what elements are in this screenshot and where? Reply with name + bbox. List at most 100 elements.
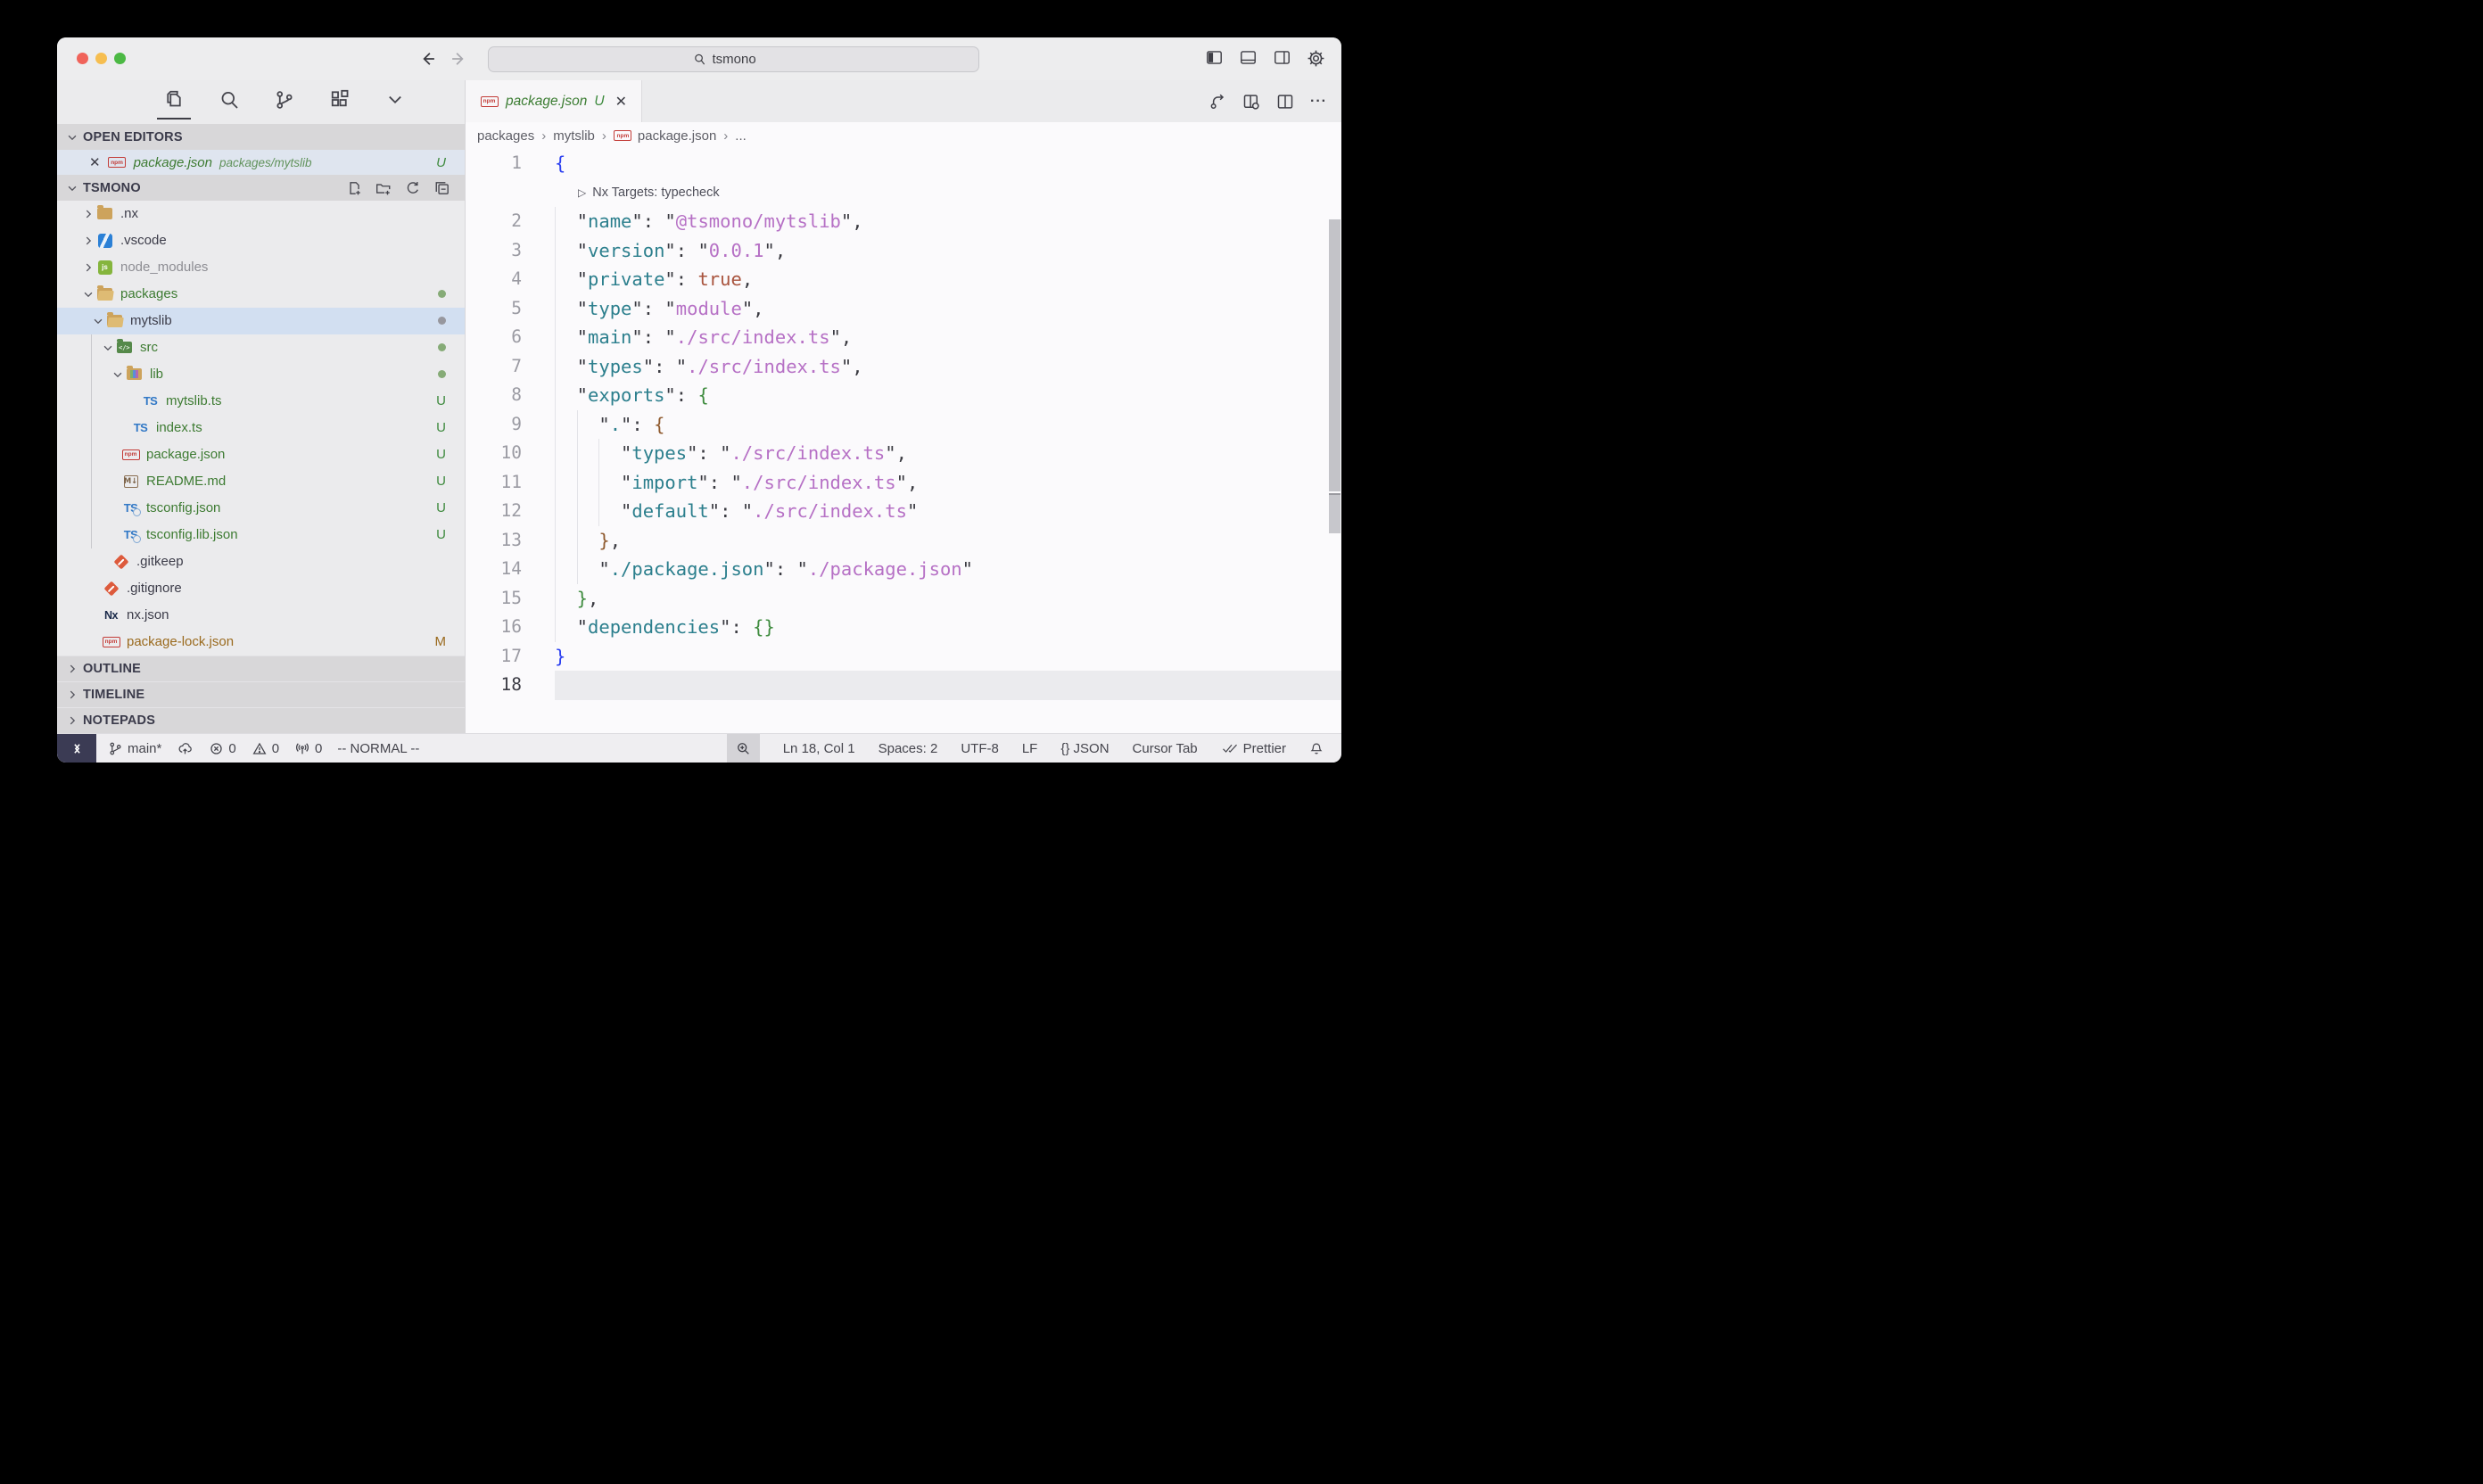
forward-arrow-icon[interactable] [450,50,467,68]
code-line-17[interactable]: 17} [466,642,1341,672]
code-line-14[interactable]: 14 "./package.json": "./package.json" [466,555,1341,584]
new-folder-icon[interactable] [375,180,392,196]
tree-item-package-json[interactable]: npmpackage.jsonU [57,441,465,468]
tree-item-label: src [140,340,158,355]
collapse-all-icon[interactable] [434,180,450,196]
tree-item-lib[interactable]: lib [57,361,465,388]
breadcrumb-item[interactable]: npmpackage.json [614,127,716,144]
command-center-search[interactable] [488,46,979,72]
code-line-6[interactable]: 6 "main": "./src/index.ts", [466,323,1341,352]
close-icon[interactable]: ✕ [89,154,101,170]
code-line-2[interactable]: 2 "name": "@tsmono/mytslib", [466,207,1341,236]
toggle-secondary-sidebar-icon[interactable] [1273,49,1291,68]
settings-gear-icon[interactable] [1307,49,1325,68]
editor-group: npm package.json U ✕ ··· packages›mytsli… [466,80,1341,733]
open-editor-item[interactable]: ✕ npm package.json packages/mytslib U [57,150,465,176]
ts-file-icon: TS [141,392,160,410]
tree-item-nx-json[interactable]: Nxnx.json [57,602,465,629]
code-line-13[interactable]: 13 }, [466,526,1341,556]
more-actions-icon[interactable]: ··· [1310,94,1327,110]
notepads-section-header[interactable]: NOTEPADS [57,707,465,733]
close-window-button[interactable] [77,53,88,64]
tree-item-mytslib[interactable]: mytslib [57,308,465,334]
more-views-chevron-icon[interactable] [378,80,412,120]
status-ln-18-col-1[interactable]: Ln 18, Col 1 [783,741,855,756]
code-line-15[interactable]: 15 }, [466,584,1341,614]
run-layout-icon[interactable] [1242,93,1260,111]
tree-item-readme-md[interactable]: M↓README.mdU [57,468,465,495]
search-input[interactable] [713,52,775,67]
status-0[interactable]: 0 [209,741,235,756]
code-area[interactable]: 1{▷Nx Targets: typecheck2 "name": "@tsmo… [466,149,1341,733]
codelens-nx-targets[interactable]: ▷Nx Targets: typecheck [466,178,1341,208]
search-view-icon[interactable] [212,80,246,120]
minimize-window-button[interactable] [95,53,107,64]
code-line-9[interactable]: 9 ".": { [466,410,1341,440]
tree-item-packages[interactable]: packages [57,281,465,308]
remote-indicator[interactable] [57,734,96,763]
status-prettier[interactable]: Prettier [1221,741,1286,756]
timeline-section-header[interactable]: TIMELINE [57,681,465,707]
breadcrumb-label: mytslib [553,128,595,144]
maximize-window-button[interactable] [114,53,126,64]
breadcrumb-item[interactable]: mytslib [553,128,595,144]
status-json[interactable]: {} JSON [1060,741,1109,756]
explorer-files-icon[interactable] [157,80,191,120]
untracked-badge: U [436,393,465,408]
tab-package-json[interactable]: npm package.json U ✕ [466,80,642,122]
extensions-icon[interactable] [323,80,357,120]
tree-item-index-ts[interactable]: TSindex.tsU [57,415,465,441]
back-arrow-icon[interactable] [419,50,437,68]
tree-item-mytslib-ts[interactable]: TSmytslib.tsU [57,388,465,415]
tree-item-package-lock-json[interactable]: npmpackage-lock.jsonM [57,629,465,655]
status-cloud-upload[interactable] [177,741,194,756]
code-line-4[interactable]: 4 "private": true, [466,265,1341,294]
code-line-7[interactable]: 7 "types": "./src/index.ts", [466,352,1341,382]
titlebar [57,37,1341,80]
tree-item-src[interactable]: src [57,334,465,361]
tree-item--nx[interactable]: .nx [57,201,465,227]
code-line-1[interactable]: 1{ [466,149,1341,178]
zoom-in-button[interactable] [727,734,760,763]
status-spaces-2[interactable]: Spaces: 2 [879,741,938,756]
outline-section-header[interactable]: OUTLINE [57,655,465,681]
tree-item--gitkeep[interactable]: .gitkeep [57,548,465,575]
tree-item--gitignore[interactable]: .gitignore [57,575,465,602]
code-line-8[interactable]: 8 "exports": { [466,381,1341,410]
status-lf[interactable]: LF [1022,741,1038,756]
code-line-3[interactable]: 3 "version": "0.0.1", [466,236,1341,266]
code-line-11[interactable]: 11 "import": "./src/index.ts", [466,468,1341,498]
status-normal[interactable]: -- NORMAL -- [337,741,419,756]
source-control-icon[interactable] [268,80,301,120]
status-cursor-tab[interactable]: Cursor Tab [1133,741,1198,756]
line-number: 5 [466,294,555,324]
code-line-18[interactable]: 18 [466,671,1341,700]
toggle-panel-icon[interactable] [1239,49,1258,68]
scrollbar-slider-segment[interactable] [1329,493,1340,533]
split-editor-icon[interactable] [1276,93,1294,111]
status-utf-8[interactable]: UTF-8 [961,741,999,756]
close-tab-icon[interactable]: ✕ [615,93,627,111]
code-line-10[interactable]: 10 "types": "./src/index.ts", [466,439,1341,468]
tree-item-tsconfig-json[interactable]: TStsconfig.jsonU [57,495,465,522]
status-bell[interactable] [1309,741,1324,756]
scrollbar-slider[interactable] [1329,219,1340,491]
status-main[interactable]: main* [108,741,161,756]
breadcrumb-item[interactable]: ... [735,128,747,144]
status-0[interactable]: 0 [294,741,322,756]
status-0[interactable]: 0 [252,741,279,756]
refresh-icon[interactable] [405,180,421,196]
open-changes-icon[interactable] [1209,93,1226,111]
explorer-section-header[interactable]: TSMONO [57,175,465,201]
breadcrumb-item[interactable]: packages [477,128,534,144]
open-editors-header[interactable]: OPEN EDITORS [57,124,465,150]
toggle-primary-sidebar-icon[interactable] [1205,49,1224,68]
new-file-icon[interactable] [346,180,362,196]
gray-dot-icon [438,317,446,325]
code-line-5[interactable]: 5 "type": "module", [466,294,1341,324]
tree-item--vscode[interactable]: .vscode [57,227,465,254]
tree-item-tsconfig-lib-json[interactable]: TStsconfig.lib.jsonU [57,522,465,548]
code-line-16[interactable]: 16 "dependencies": {} [466,613,1341,642]
code-line-12[interactable]: 12 "default": "./src/index.ts" [466,497,1341,526]
tree-item-node-modules[interactable]: jsnode_modules [57,254,465,281]
